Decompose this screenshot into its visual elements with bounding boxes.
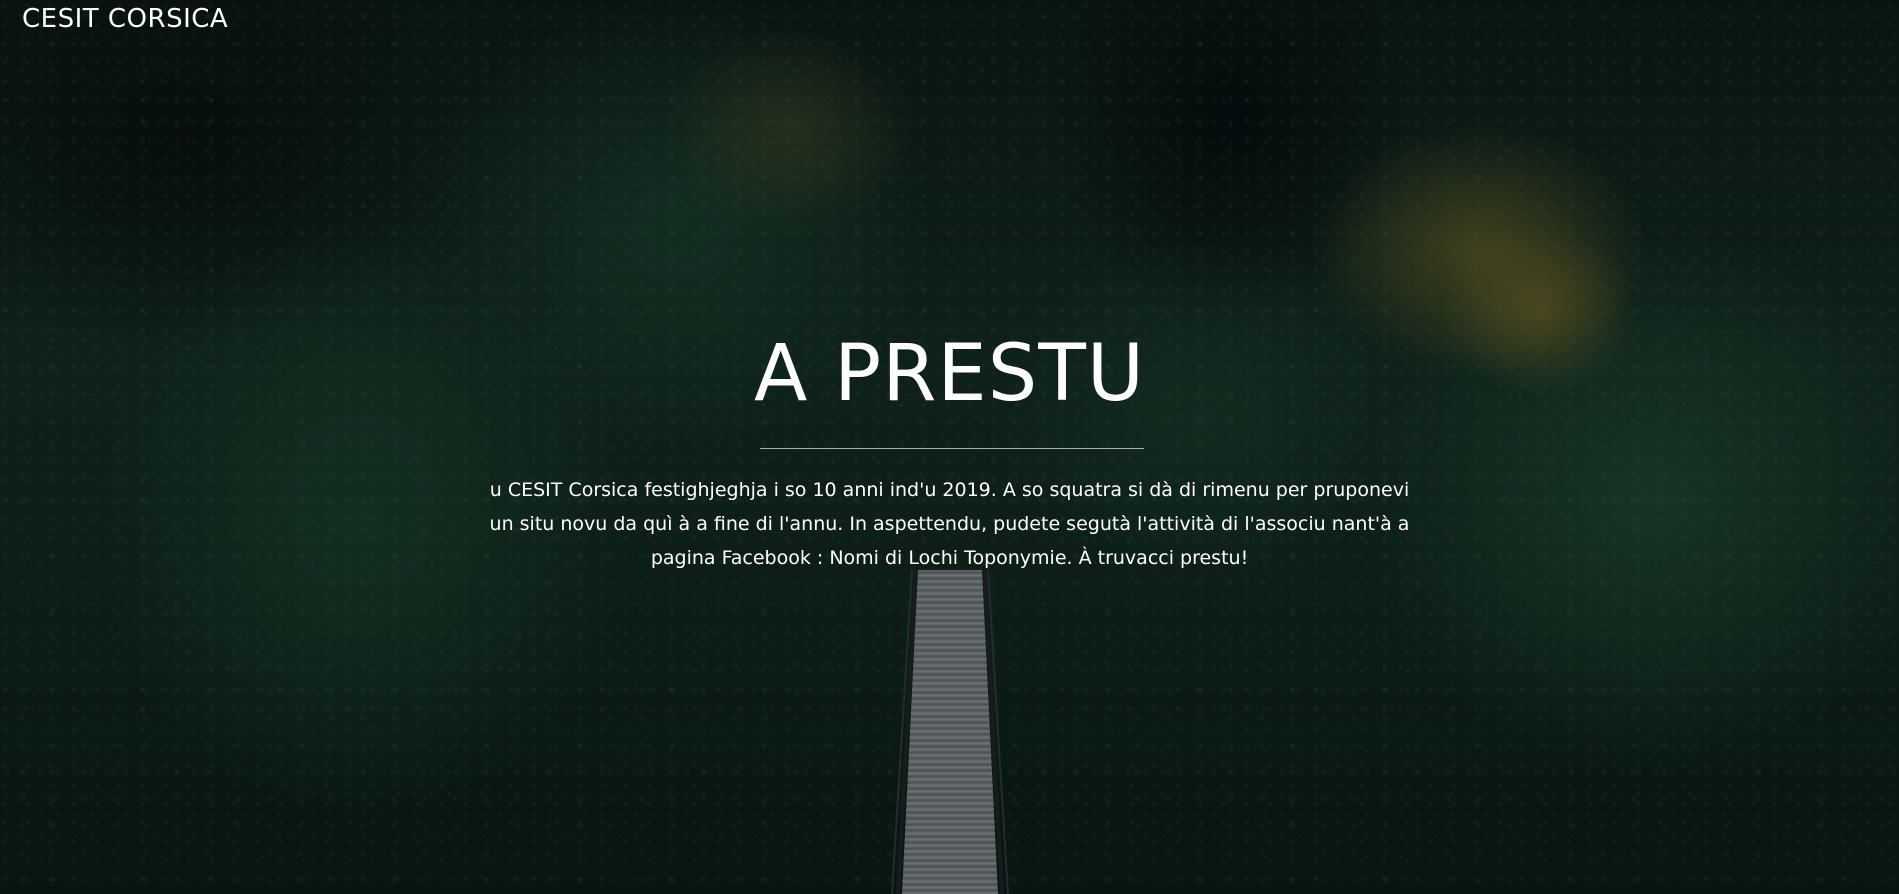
hero-divider bbox=[760, 448, 1144, 449]
hero-description: u CESIT Corsica festighjeghja i so 10 an… bbox=[489, 479, 1410, 569]
page-background: CESIT CORSICA A PRESTU u CESIT Corsica f… bbox=[0, 0, 1899, 894]
hero-title: A PRESTU bbox=[754, 329, 1145, 419]
background-overlay bbox=[0, 0, 1899, 894]
suspension-bridge-image bbox=[891, 570, 1009, 894]
site-brand-link[interactable]: CESIT CORSICA bbox=[22, 2, 228, 36]
forest-background-image bbox=[0, 0, 1899, 894]
